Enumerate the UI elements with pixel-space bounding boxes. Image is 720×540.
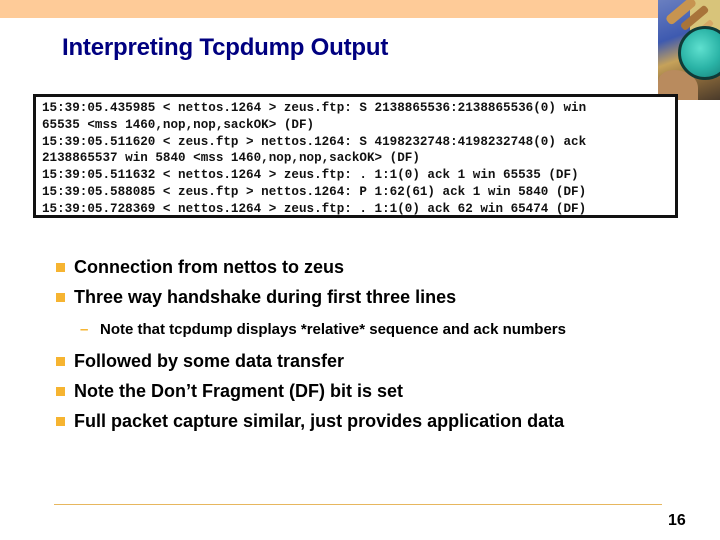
tcpdump-line: 15:39:05.728369 < nettos.1264 > zeus.ftp… xyxy=(42,201,587,216)
top-accent-band xyxy=(0,0,720,18)
bullet-item: Followed by some data transfer xyxy=(56,346,696,376)
bullet-text: Note the Don’t Fragment (DF) bit is set xyxy=(74,380,404,401)
square-bullet-icon xyxy=(56,262,65,272)
page-number: 16 xyxy=(668,512,686,529)
slide-title: Interpreting Tcpdump Output xyxy=(62,34,389,61)
dash-bullet-icon: – xyxy=(80,321,89,338)
bullet-item: Full packet capture similar, just provid… xyxy=(56,406,696,436)
bullet-item: Note the Don’t Fragment (DF) bit is set xyxy=(56,376,696,406)
tcpdump-line: 2138865537 win 5840 <mss 1460,nop,nop,sa… xyxy=(42,151,420,166)
tcpdump-line: 15:39:05.435985 < nettos.1264 > zeus.ftp… xyxy=(42,101,587,115)
square-bullet-icon xyxy=(56,356,65,366)
tcpdump-line: 15:39:05.511620 < zeus.ftp > nettos.1264… xyxy=(42,134,587,149)
sub-bullet-text: Note that tcpdump displays *relative* se… xyxy=(100,321,566,338)
tcpdump-line: 15:39:05.588085 < zeus.ftp > nettos.1264… xyxy=(42,184,587,199)
bullet-list: Connection from nettos to zeus Three way… xyxy=(56,252,696,436)
footer-divider xyxy=(54,504,662,505)
tcpdump-line: 15:39:05.511632 < nettos.1264 > zeus.ftp… xyxy=(42,168,579,183)
bullet-text: Full packet capture similar, just provid… xyxy=(74,410,565,431)
bullet-text: Three way handshake during first three l… xyxy=(74,286,457,307)
bullet-text: Connection from nettos to zeus xyxy=(74,256,344,277)
bullet-text: Followed by some data transfer xyxy=(74,350,345,371)
sub-bullet-item: – Note that tcpdump displays *relative* … xyxy=(80,320,696,340)
tcpdump-line: 65535 <mss 1460,nop,nop,sackOK> (DF) xyxy=(42,117,315,132)
bullet-item: Three way handshake during first three l… xyxy=(56,282,696,312)
tcpdump-output-box: 15:39:05.435985 < nettos.1264 > zeus.ftp… xyxy=(33,94,678,218)
square-bullet-icon xyxy=(56,386,65,396)
square-bullet-icon xyxy=(56,416,65,426)
magnifying-glass-image-icon xyxy=(658,0,720,100)
square-bullet-icon xyxy=(56,292,65,302)
bullet-item: Connection from nettos to zeus xyxy=(56,252,696,282)
